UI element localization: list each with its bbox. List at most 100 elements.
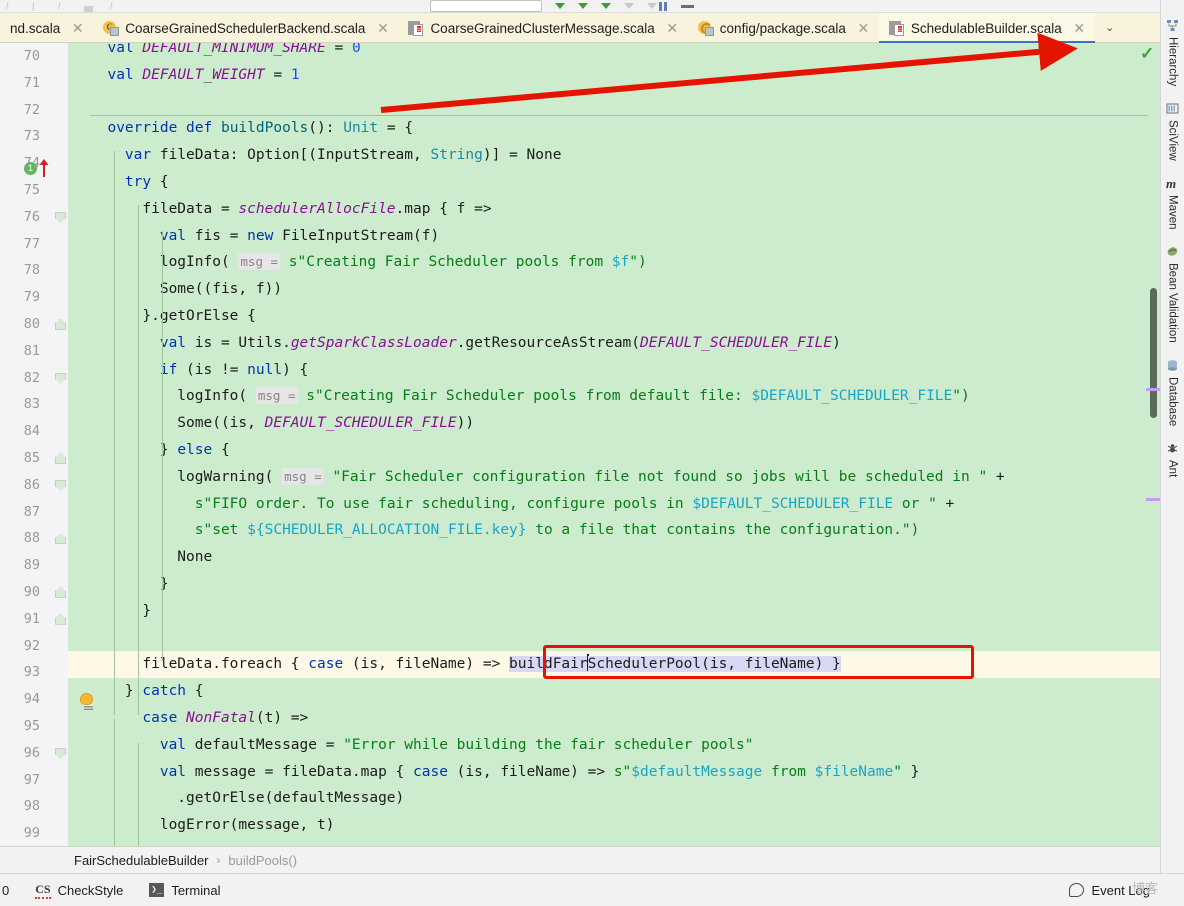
fold-marker-icon[interactable]	[55, 587, 66, 598]
code-line[interactable]: Some((is, DEFAULT_SCHEDULER_FILE))	[68, 410, 1160, 437]
code-line[interactable]: }	[68, 598, 1160, 625]
code-token: $fileName	[814, 763, 894, 780]
override-marker[interactable]: 1	[24, 158, 60, 178]
code-line[interactable]: val DEFAULT_MINIMUM_SHARE = 0	[68, 43, 1160, 62]
breadcrumb[interactable]: FairSchedulableBuilder › buildPools()	[0, 846, 1160, 873]
tab-label: SchedulableBuilder.scala	[910, 20, 1062, 36]
code-line[interactable]: s"set ${SCHEDULER_ALLOCATION_FILE.key} t…	[68, 517, 1160, 544]
code-line[interactable]: override def buildPools(): Unit = {	[68, 115, 1160, 142]
toolbar-icon-2[interactable]: |	[32, 1, 52, 12]
toolbar-scala-icon[interactable]	[84, 1, 104, 12]
code-line[interactable]: val message = fileData.map { case (is, f…	[68, 759, 1160, 786]
code-canvas[interactable]: val DEFAULT_MINIMUM_SHARE = 0 val DEFAUL…	[68, 43, 1160, 846]
toolbar-icon-4[interactable]: /	[110, 1, 130, 12]
indent-guide	[114, 719, 115, 846]
code-line[interactable]	[68, 625, 1160, 652]
editor-marker-strip[interactable]: ✓	[1140, 43, 1160, 846]
sidebar-item-maven[interactable]: m Maven	[1166, 171, 1179, 240]
sidebar-item-hierarchy[interactable]: Hierarchy	[1166, 13, 1179, 96]
close-icon[interactable]: ✕	[857, 21, 870, 35]
editor-gutter[interactable]: 7071727374757677787980818283848586878889…	[0, 43, 68, 846]
code-line[interactable]: s"FIFO order. To use fair scheduling, co…	[68, 491, 1160, 518]
code-line[interactable]: var fileData: Option[(InputStream, Strin…	[68, 142, 1160, 169]
code-token: +	[936, 495, 955, 512]
code-line[interactable]: try {	[68, 169, 1160, 196]
toolbar-dash-icon[interactable]	[681, 4, 694, 8]
chevron-down-icon[interactable]: ⌄	[1094, 13, 1125, 42]
code-line[interactable]: val defaultMessage = "Error while buildi…	[68, 732, 1160, 759]
code-line[interactable]: } catch {	[68, 678, 1160, 705]
editor-tab-2[interactable]: CoarseGrainedClusterMessage.scala ✕	[398, 13, 687, 43]
run-button[interactable]	[555, 3, 565, 9]
editor-scrollbar-thumb[interactable]	[1150, 288, 1157, 418]
code-line[interactable]: val fis = new FileInputStream(f)	[68, 223, 1160, 250]
inspection-ok-icon[interactable]: ✓	[1140, 45, 1156, 62]
sidebar-item-sciview[interactable]: SciView	[1166, 96, 1179, 171]
code-token: ))	[456, 415, 475, 432]
editor-tab-3[interactable]: config/package.scala ✕	[688, 13, 879, 43]
sidebar-item-bean-validation[interactable]: Bean Validation	[1166, 239, 1179, 353]
breadcrumb-method[interactable]: buildPools()	[228, 853, 297, 868]
code-line[interactable]: case NonFatal(t) =>	[68, 705, 1160, 732]
code-line[interactable]: logWarning( msg = "Fair Scheduler config…	[68, 464, 1160, 491]
status-terminal[interactable]: ❯_ Terminal	[149, 883, 220, 898]
code-token: ) {	[282, 361, 309, 378]
code-line[interactable]: logInfo( msg = s"Creating Fair Scheduler…	[68, 383, 1160, 410]
code-line[interactable]: }.getOrElse {	[68, 303, 1160, 330]
code-line[interactable]	[68, 89, 1160, 116]
occurrence-marker[interactable]	[1146, 388, 1160, 391]
line-number: 90	[23, 583, 40, 600]
code-line[interactable]: val is = Utils.getSparkClassLoader.getRe…	[68, 330, 1160, 357]
code-line[interactable]: if (is != null) {	[68, 357, 1160, 384]
overrides-arrow-icon[interactable]	[39, 159, 49, 178]
code-line[interactable]: }	[68, 571, 1160, 598]
status-checkstyle[interactable]: CS CheckStyle	[35, 882, 123, 899]
fold-marker-icon[interactable]	[55, 319, 66, 330]
fold-marker-icon[interactable]	[55, 211, 66, 223]
close-icon[interactable]: ✕	[1073, 21, 1086, 35]
run-coverage-button[interactable]	[601, 3, 611, 9]
code-line[interactable]: val DEFAULT_WEIGHT = 1	[68, 62, 1160, 89]
indent-guide	[138, 743, 139, 846]
line-number: 87	[23, 503, 40, 520]
fold-marker-icon[interactable]	[55, 479, 66, 491]
status-leading-fragment[interactable]: 0	[0, 883, 9, 898]
editor-tab-1[interactable]: C CoarseGrainedSchedulerBackend.scala ✕	[93, 13, 398, 43]
toolbar-icon-3[interactable]: /	[58, 1, 78, 12]
code-line[interactable]: logInfo( msg = s"Creating Fair Scheduler…	[68, 249, 1160, 276]
sidebar-item-ant[interactable]: Ant	[1166, 436, 1179, 487]
status-label: Event Log	[1091, 882, 1150, 898]
debug-button[interactable]	[578, 3, 588, 9]
intention-bulb-icon[interactable]	[80, 693, 96, 711]
editor-tab-0[interactable]: nd.scala ✕	[0, 13, 93, 43]
status-event-log[interactable]: Event Log	[1069, 883, 1150, 898]
fold-marker-icon[interactable]	[55, 533, 66, 545]
code-line[interactable]: None	[68, 544, 1160, 571]
code-line-highlighted[interactable]: fileData.foreach { case (is, fileName) =…	[68, 651, 1160, 679]
fold-marker-icon[interactable]	[55, 372, 66, 384]
implementations-count-badge[interactable]: 1	[24, 162, 37, 175]
code-line[interactable]: Some((fis, f))	[68, 276, 1160, 303]
code-line[interactable]: .getOrElse(defaultMessage)	[68, 785, 1160, 812]
breadcrumb-class[interactable]: FairSchedulableBuilder	[74, 853, 208, 868]
code-token: null	[247, 361, 283, 378]
sidebar-item-database[interactable]: Database	[1166, 353, 1179, 436]
stop-icon[interactable]	[664, 1, 667, 11]
close-icon[interactable]: ✕	[71, 21, 84, 35]
pause-icon[interactable]	[659, 1, 662, 11]
toolbar-icon-1[interactable]: /	[6, 1, 26, 12]
code-line[interactable]: logError(message, t)	[68, 812, 1160, 839]
code-token: }	[90, 683, 143, 700]
fold-marker-icon[interactable]	[55, 747, 66, 759]
close-icon[interactable]: ✕	[376, 21, 389, 35]
close-icon[interactable]: ✕	[666, 21, 679, 35]
code-line[interactable]: } else {	[68, 437, 1160, 464]
event-log-icon	[1069, 883, 1085, 897]
fold-marker-icon[interactable]	[55, 453, 66, 464]
search-input[interactable]	[430, 0, 542, 12]
editor-tab-4-active[interactable]: SchedulableBuilder.scala ✕	[878, 13, 1095, 44]
code-token: val	[159, 763, 187, 780]
code-line[interactable]: fileData = schedulerAllocFile.map { f =>	[68, 196, 1160, 223]
fold-marker-icon[interactable]	[55, 613, 66, 625]
occurrence-marker[interactable]	[1146, 498, 1160, 501]
